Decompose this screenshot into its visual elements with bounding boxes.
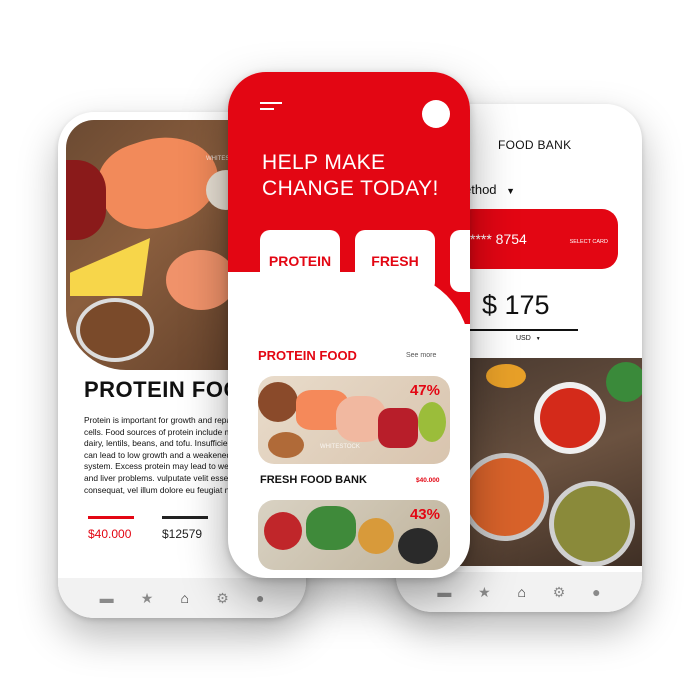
donation-amount[interactable]: $ 175 (482, 290, 550, 321)
cheese-wedge (70, 238, 150, 296)
fresh-food-bank-title: FRESH FOOD BANK (260, 474, 367, 486)
hero-headline: HELP MAKE CHANGE TODAY! (262, 151, 439, 200)
photo-watermark: WHITES (206, 156, 230, 162)
almonds (268, 432, 304, 458)
menu-icon[interactable] (260, 102, 282, 114)
photo-watermark: WHITESTOCK (320, 444, 360, 450)
house-icon[interactable]: ⌂ (518, 584, 526, 600)
home-icon[interactable]: ▬ (100, 590, 114, 606)
sauce-bowl (540, 388, 600, 448)
fresh-price: $40.000 (416, 477, 440, 484)
category-fresh[interactable]: FRESH (355, 230, 435, 292)
red-meat (66, 160, 106, 240)
curry-bowl (466, 458, 544, 536)
protein-food-card[interactable]: 47% WHITESTOCK (258, 376, 450, 464)
chevron-down-icon: ▼ (506, 186, 516, 196)
category-protein[interactable]: PROTEIN (260, 230, 340, 292)
stat-bar (88, 516, 134, 519)
stat-value: $12579 (162, 527, 203, 541)
payment-card[interactable]: **** 8754 SELECT CARD (456, 209, 618, 269)
section-title: PROTEIN FOOD (258, 348, 357, 363)
discount-badge: 43% (409, 506, 440, 523)
stat-bar (162, 516, 208, 519)
gear-icon[interactable]: ⚙ (553, 584, 566, 601)
curry-dishes-photo (456, 358, 642, 566)
stat-goal: $12579 (162, 516, 208, 541)
spice-bowl (486, 364, 526, 388)
user-icon[interactable]: ● (592, 584, 600, 600)
select-card-label: SELECT CARD (569, 239, 608, 245)
fresh-food-card[interactable]: 43% (258, 500, 450, 570)
tomatoes (264, 512, 302, 550)
stat-value: $40.000 (88, 527, 132, 541)
cocoa-bowl (80, 302, 150, 358)
chevron-down-icon: ▼ (535, 336, 541, 342)
amount-underline (468, 329, 578, 331)
spices (358, 518, 394, 554)
gear-icon[interactable]: ⚙ (216, 590, 229, 607)
currency-select[interactable]: USD ▼ (516, 335, 541, 342)
page-title: FOOD BANK (498, 138, 572, 152)
discount-badge: 47% (409, 382, 440, 399)
greens (306, 506, 356, 550)
stat-raised: $40.000 (88, 516, 134, 541)
black-beans (398, 528, 438, 564)
avocado (418, 402, 446, 442)
home-icon[interactable]: ▬ (437, 584, 451, 600)
star-icon[interactable]: ★ (478, 584, 491, 601)
house-icon[interactable]: ⌂ (181, 590, 189, 606)
bottom-nav: ▬ ★ ⌂ ⚙ ● (58, 578, 306, 618)
green-curry-bowl (554, 486, 630, 562)
star-icon[interactable]: ★ (141, 590, 154, 607)
currency-label: USD (516, 335, 531, 342)
card-number: **** 8754 (470, 231, 527, 247)
bottom-nav: ▬ ★ ⌂ ⚙ ● (396, 572, 642, 612)
shrimp (166, 250, 236, 310)
beans-bowl (258, 382, 298, 422)
payment-method-dropdown[interactable]: ethod ▼ (464, 182, 515, 197)
user-icon[interactable]: ● (256, 590, 264, 606)
phone-home: HELP MAKE CHANGE TODAY! PROTEIN FRESH PR… (228, 72, 470, 578)
category-more[interactable] (450, 230, 470, 292)
herbs (606, 362, 642, 402)
avatar[interactable] (422, 100, 450, 128)
see-more-link[interactable]: See more (406, 352, 436, 359)
beef (378, 408, 418, 448)
